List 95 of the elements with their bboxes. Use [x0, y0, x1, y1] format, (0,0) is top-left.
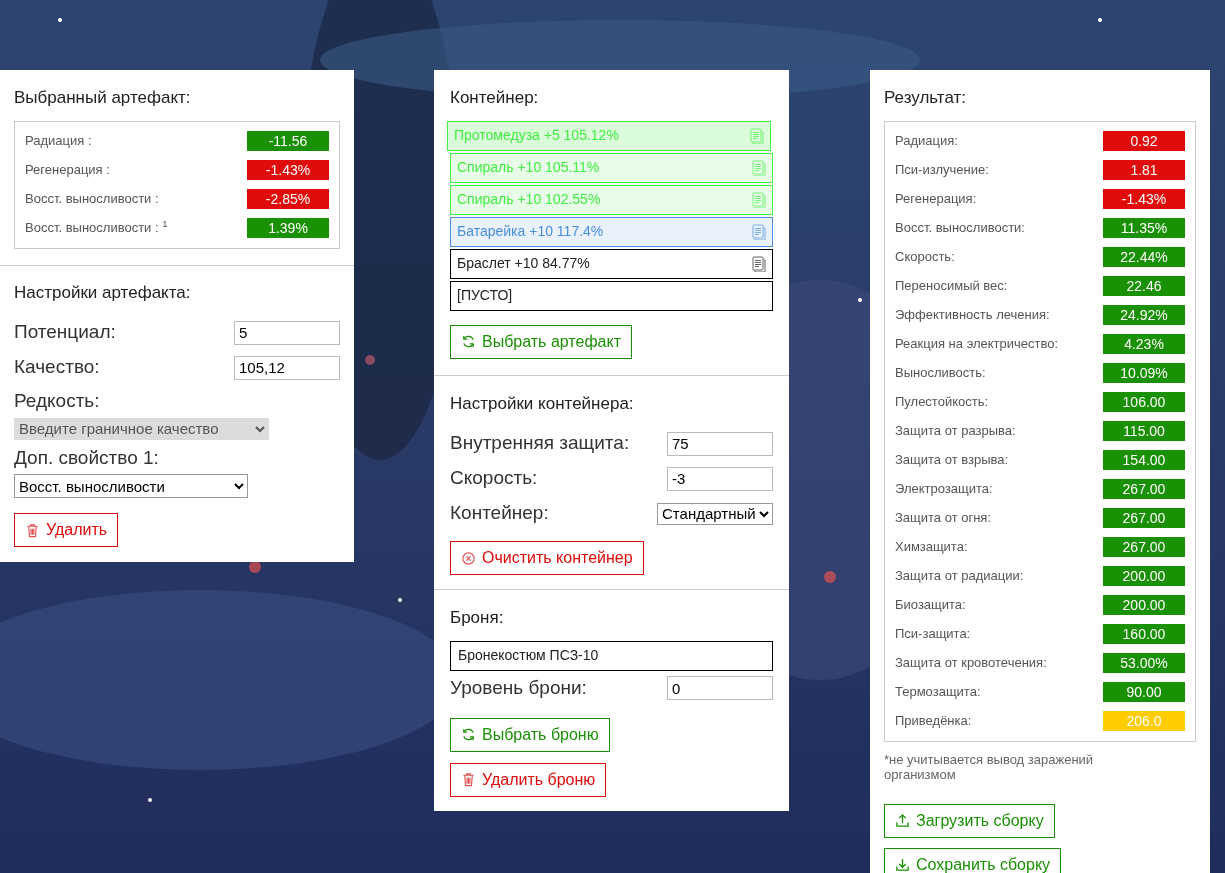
document-icon: [750, 255, 766, 272]
refresh-icon: [461, 727, 476, 742]
stat-label: Защита от радиации:: [895, 567, 1024, 586]
field-label: Качество:: [14, 355, 100, 380]
container-slot[interactable]: Браслет +10 84.77%: [450, 248, 773, 279]
input-field[interactable]: 0: [667, 676, 773, 700]
stat-label: Скорость:: [895, 248, 955, 267]
close-circle-icon: [461, 550, 476, 566]
stat-value: 160.00: [1103, 624, 1185, 644]
input-field[interactable]: 105,12: [234, 355, 340, 380]
section-title: Настройки артефакта:: [14, 281, 192, 304]
stat-label: Химзащита:: [895, 538, 968, 557]
stat-value: 115.00: [1103, 421, 1185, 441]
load-build-button[interactable]: Загрузить сборку: [884, 803, 1055, 838]
stat-value: -2.85%: [247, 189, 329, 209]
input-field[interactable]: 5: [234, 320, 340, 345]
delete-armor-button[interactable]: Удалить броню: [450, 762, 607, 797]
stat-value: 0.92: [1103, 131, 1185, 151]
stat-label: Приведёнка:: [895, 712, 972, 731]
stat-value: 22.46: [1103, 276, 1185, 296]
stat-label: Пси-защита:: [895, 625, 971, 644]
armor-field[interactable]: Бронекостюм ПСЗ-10: [450, 640, 773, 671]
stat-label: Выносливость:: [895, 364, 986, 383]
stat-label: Радиация :: [25, 132, 92, 151]
stat-label: Регенерация:: [895, 190, 977, 209]
document-icon: [750, 159, 766, 176]
stat-label: Восст. выносливости :: [25, 190, 159, 209]
stat-value: -1.43%: [247, 160, 329, 180]
choose-armor-button[interactable]: Выбрать броню: [450, 717, 610, 752]
stat-value: 24.92%: [1103, 305, 1185, 325]
document-icon: [750, 191, 766, 208]
stat-value: 10.09%: [1103, 363, 1185, 383]
field-label: Редкость:: [14, 389, 101, 413]
input-field[interactable]: 75: [667, 431, 773, 456]
stat-label: Защита от взрыва:: [895, 451, 1009, 470]
stat-value: 267.00: [1103, 479, 1185, 499]
stat-value: -1.43%: [1103, 189, 1185, 209]
stat-value: 106.00: [1103, 392, 1185, 412]
field-label: Потенциал:: [14, 320, 116, 345]
stat-value: 206.0: [1103, 711, 1185, 731]
stat-value: 22.44%: [1103, 247, 1185, 267]
stat-value: 200.00: [1103, 595, 1185, 615]
stat-label: Реакция на электричество:: [895, 335, 1059, 354]
document-icon: [748, 127, 764, 144]
save-build-button[interactable]: Сохранить сборку: [884, 847, 1062, 873]
stat-label: Эффективность лечения:: [895, 306, 1050, 325]
container-slot[interactable]: [ПУСТО]: [450, 280, 773, 311]
section-title: Выбранный артефакт:: [14, 87, 192, 109]
stat-value: 267.00: [1103, 537, 1185, 557]
section-title: Контейнер:: [450, 87, 540, 109]
stat-label: Термозащита:: [895, 683, 981, 702]
stat-label: Восст. выносливости : $^{1}$: [25, 218, 168, 238]
stat-label: Электрозащита:: [895, 480, 993, 499]
stat-label: Радиация:: [895, 132, 958, 151]
section-title: Результат:: [884, 87, 968, 109]
upload-icon: [895, 813, 910, 828]
stat-value: 1.81: [1103, 160, 1185, 180]
stat-value: 154.00: [1103, 450, 1185, 470]
refresh-icon: [461, 334, 476, 349]
field-label: Уровень брони:: [450, 675, 587, 700]
field-label: Внутренняя защита:: [450, 431, 630, 456]
download-icon: [895, 857, 910, 872]
footnote-text: *не учитывается вывод заражений организмом: [884, 751, 1095, 782]
section-title: Броня:: [450, 607, 505, 629]
dropdown[interactable]: Восст. выносливости: [14, 474, 248, 498]
stat-value: 4.23%: [1103, 334, 1185, 354]
stat-value: 1.39%: [247, 218, 329, 238]
stat-value: 267.00: [1103, 508, 1185, 528]
clear-container-button[interactable]: Очистить контейнер: [450, 541, 644, 575]
trash-icon: [25, 522, 40, 538]
stat-value: -11.56: [247, 131, 329, 151]
stat-label: Переносимый вес:: [895, 277, 1008, 296]
section-title: Настройки контейнера:: [450, 392, 635, 415]
stat-value: 200.00: [1103, 566, 1185, 586]
dropdown[interactable]: Стандартный: [657, 502, 773, 525]
stat-value: 90.00: [1103, 682, 1185, 702]
stat-label: Регенерация :: [25, 161, 110, 180]
stat-label: Пси-излучение:: [895, 161, 989, 180]
stat-value: 53.00%: [1103, 653, 1185, 673]
stat-value: 11.35%: [1103, 218, 1185, 238]
delete-button[interactable]: Удалить: [14, 513, 119, 547]
stat-label: Защита от огня:: [895, 509, 991, 528]
container-slot[interactable]: Батарейка +10 117.4%: [450, 216, 773, 247]
stat-label: Защита от разрыва:: [895, 422, 1016, 441]
document-icon: [750, 223, 766, 240]
field-label: Контейнер:: [450, 501, 549, 526]
stat-label: Защита от кровотечения:: [895, 654, 1047, 673]
stat-label: Биозащита:: [895, 596, 966, 615]
input-field[interactable]: -3: [667, 466, 773, 491]
trash-icon: [461, 772, 476, 787]
field-label: Скорость:: [450, 466, 538, 491]
field-label: Доп. свойство 1:: [14, 445, 160, 470]
choose-artifact-button[interactable]: Выбрать артефакт: [450, 324, 632, 359]
stat-label: Пулестойкость:: [895, 393, 989, 412]
stat-label: Восст. выносливости:: [895, 219, 1025, 238]
